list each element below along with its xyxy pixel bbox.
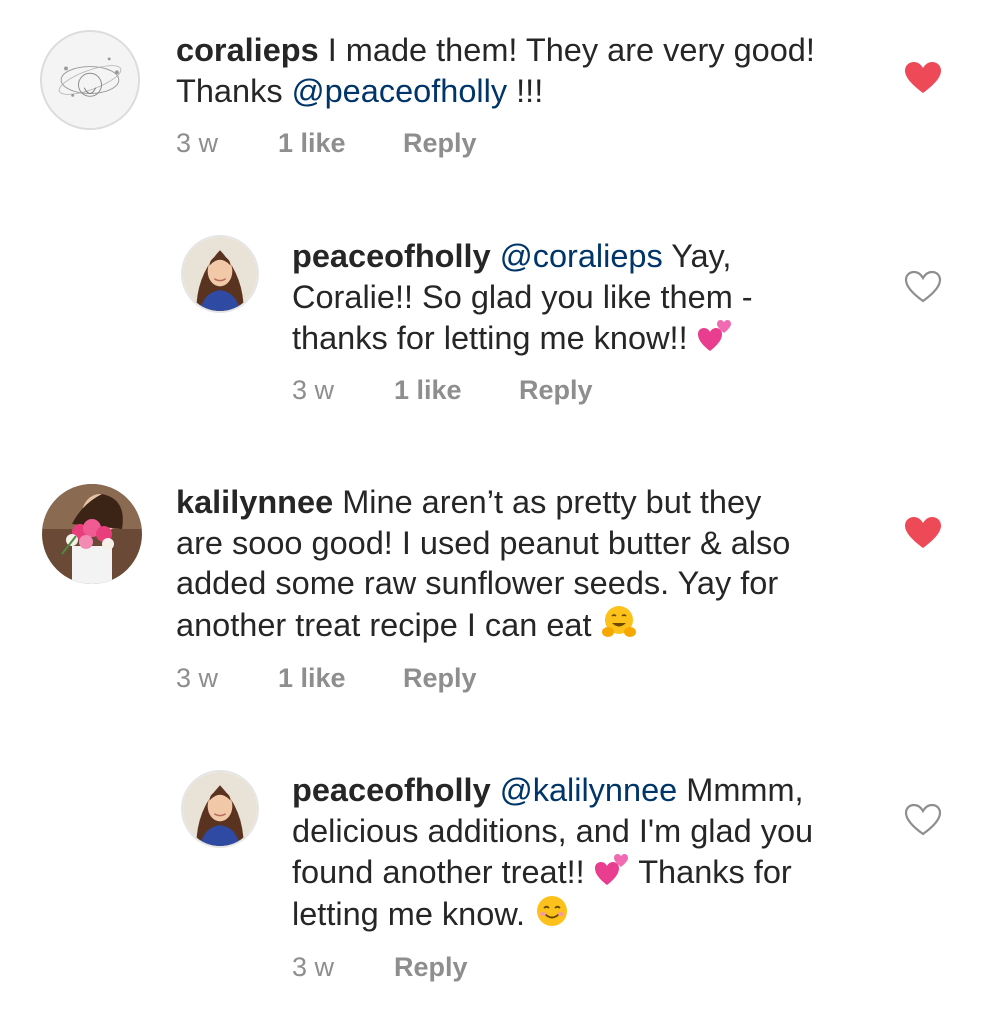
hugging-face-icon: [601, 604, 637, 640]
timestamp: 3 w: [176, 128, 219, 158]
two-hearts-icon: [697, 317, 733, 353]
timestamp: 3 w: [292, 952, 335, 982]
heart-outline-icon[interactable]: [904, 270, 942, 304]
heart-outline-icon[interactable]: [904, 803, 942, 837]
username[interactable]: coralieps: [176, 32, 319, 68]
comment-meta: 3 w 1 like Reply: [176, 128, 576, 160]
mention-link[interactable]: @kalilynnee: [500, 772, 678, 808]
likes-count[interactable]: 1 like: [278, 128, 346, 159]
comment-meta: 3 w 1 like Reply: [292, 375, 692, 407]
likes-count[interactable]: 1 like: [278, 663, 346, 694]
reply-button[interactable]: Reply: [403, 663, 477, 694]
avatar-image: [42, 32, 138, 128]
reply-button[interactable]: Reply: [519, 375, 593, 406]
comment-text: coralieps I made them! They are very goo…: [176, 32, 815, 109]
two-hearts-icon: [594, 851, 630, 887]
mention-link[interactable]: @coralieps: [500, 238, 663, 274]
timestamp: 3 w: [176, 663, 219, 693]
reply-button[interactable]: Reply: [403, 128, 477, 159]
username[interactable]: peaceofholly: [292, 772, 491, 808]
reply-button[interactable]: Reply: [394, 952, 468, 983]
smiling-face-icon: [534, 893, 570, 929]
mention-link[interactable]: @peaceofholly: [292, 73, 508, 109]
username[interactable]: peaceofholly: [292, 238, 491, 274]
avatar-image: [183, 772, 257, 846]
avatar[interactable]: [181, 770, 259, 848]
comment-text: peaceofholly @coralieps Yay, Coralie!! S…: [292, 238, 753, 356]
avatar-image: [183, 237, 257, 311]
avatar[interactable]: [42, 484, 142, 584]
avatar[interactable]: [181, 235, 259, 313]
avatar-image: [42, 484, 142, 584]
comment-meta: 3 w Reply: [292, 952, 692, 984]
comment-meta: 3 w 1 like Reply: [176, 663, 576, 695]
comment-text: peaceofholly @kalilynnee Mmmm, delicious…: [292, 772, 814, 932]
heart-icon[interactable]: [904, 61, 942, 95]
avatar[interactable]: [40, 30, 140, 130]
likes-count[interactable]: 1 like: [394, 375, 462, 406]
timestamp: 3 w: [292, 375, 335, 405]
comment-text: kalilynnee Mine aren’t as pretty but the…: [176, 484, 791, 643]
username[interactable]: kalilynnee: [176, 484, 333, 520]
heart-icon[interactable]: [904, 516, 942, 550]
